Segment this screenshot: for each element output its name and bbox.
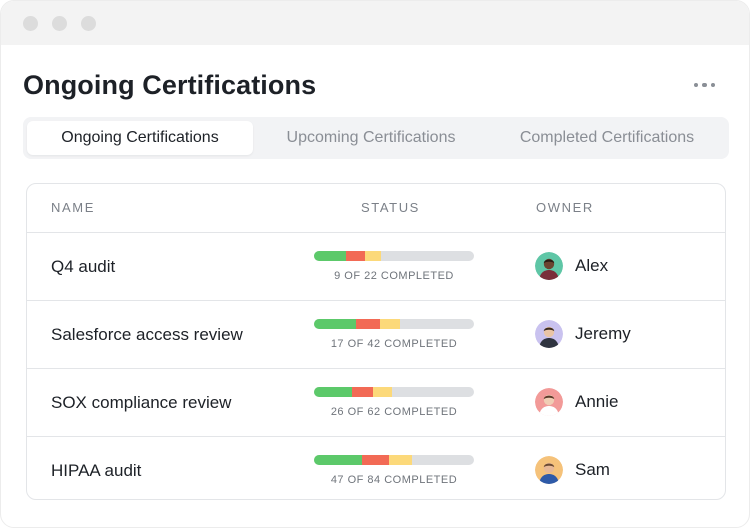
owner-cell: Annie <box>535 388 618 416</box>
page-title: Ongoing Certifications <box>23 69 317 100</box>
table-header: NAME STATUS OWNER <box>27 184 725 233</box>
certification-name: Q4 audit <box>51 257 116 276</box>
table-row[interactable]: Salesforce access review 17 OF 42 COMPLE… <box>27 301 725 369</box>
avatar[interactable] <box>535 252 563 280</box>
progress-segment-yellow <box>389 455 412 465</box>
status-text: 9 OF 22 COMPLETED <box>334 270 454 282</box>
owner-cell: Sam <box>535 456 610 484</box>
avatar[interactable] <box>535 456 563 484</box>
owner-name: Jeremy <box>575 324 631 343</box>
owner-cell: Jeremy <box>535 320 631 348</box>
window-control-dot-2[interactable] <box>52 15 67 31</box>
app-window: Ongoing Certifications Ongoing Certifica… <box>0 0 750 528</box>
table-row[interactable]: SOX compliance review 26 OF 62 COMPLETED… <box>27 369 725 437</box>
progress-bar <box>314 251 474 261</box>
table-row[interactable]: HIPAA audit 47 OF 84 COMPLETED Sam <box>27 437 725 499</box>
status-text: 17 OF 42 COMPLETED <box>330 338 458 350</box>
progress-segment-red <box>355 319 380 329</box>
progress-segment-red <box>362 455 390 465</box>
status-text: 47 OF 84 COMPLETED <box>330 474 458 486</box>
window-control-dot-3[interactable] <box>81 15 96 31</box>
progress-segment-green <box>314 387 353 397</box>
status-cell: 9 OF 22 COMPLETED <box>314 251 474 282</box>
progress-bar <box>314 387 474 397</box>
status-cell: 26 OF 62 COMPLETED <box>314 387 474 418</box>
progress-segment-red <box>352 387 374 397</box>
certification-name: HIPAA audit <box>51 461 142 480</box>
status-cell: 47 OF 84 COMPLETED <box>314 455 474 486</box>
progress-segment-yellow <box>379 319 401 329</box>
owner-name: Sam <box>575 460 610 479</box>
owner-name: Annie <box>575 392 619 411</box>
tab-upcoming-certifications[interactable]: Upcoming Certifications <box>253 121 489 155</box>
column-header-status[interactable]: STATUS <box>361 200 420 215</box>
tab-bar: Ongoing Certifications Upcoming Certific… <box>23 117 729 159</box>
certification-name: SOX compliance review <box>51 393 232 412</box>
progress-segment-green <box>314 455 362 465</box>
owner-name: Alex <box>575 256 609 275</box>
progress-segment-green <box>314 251 346 261</box>
table-row[interactable]: Q4 audit 9 OF 22 COMPLETED Alex <box>27 233 725 301</box>
certification-name: Salesforce access review <box>51 325 243 344</box>
owner-cell: Alex <box>535 252 608 280</box>
progress-segment-green <box>314 319 356 329</box>
window-titlebar <box>1 1 749 45</box>
avatar[interactable] <box>535 388 563 416</box>
progress-segment-yellow <box>365 251 382 261</box>
status-cell: 17 OF 42 COMPLETED <box>314 319 474 350</box>
progress-bar <box>314 319 474 329</box>
status-text: 26 OF 62 COMPLETED <box>330 406 458 418</box>
progress-bar <box>314 455 474 465</box>
page-header: Ongoing Certifications <box>23 65 719 105</box>
window-control-dot-1[interactable] <box>23 15 38 31</box>
column-header-name[interactable]: NAME <box>51 200 95 215</box>
column-header-owner[interactable]: OWNER <box>536 200 594 215</box>
tab-ongoing-certifications[interactable]: Ongoing Certifications <box>27 121 253 155</box>
progress-segment-red <box>346 251 366 261</box>
more-options-icon[interactable] <box>690 77 720 94</box>
avatar[interactable] <box>535 320 563 348</box>
certifications-table: NAME STATUS OWNER Q4 audit 9 OF 22 COMPL… <box>26 183 726 500</box>
tab-completed-certifications[interactable]: Completed Certifications <box>489 121 725 155</box>
progress-segment-yellow <box>373 387 393 397</box>
